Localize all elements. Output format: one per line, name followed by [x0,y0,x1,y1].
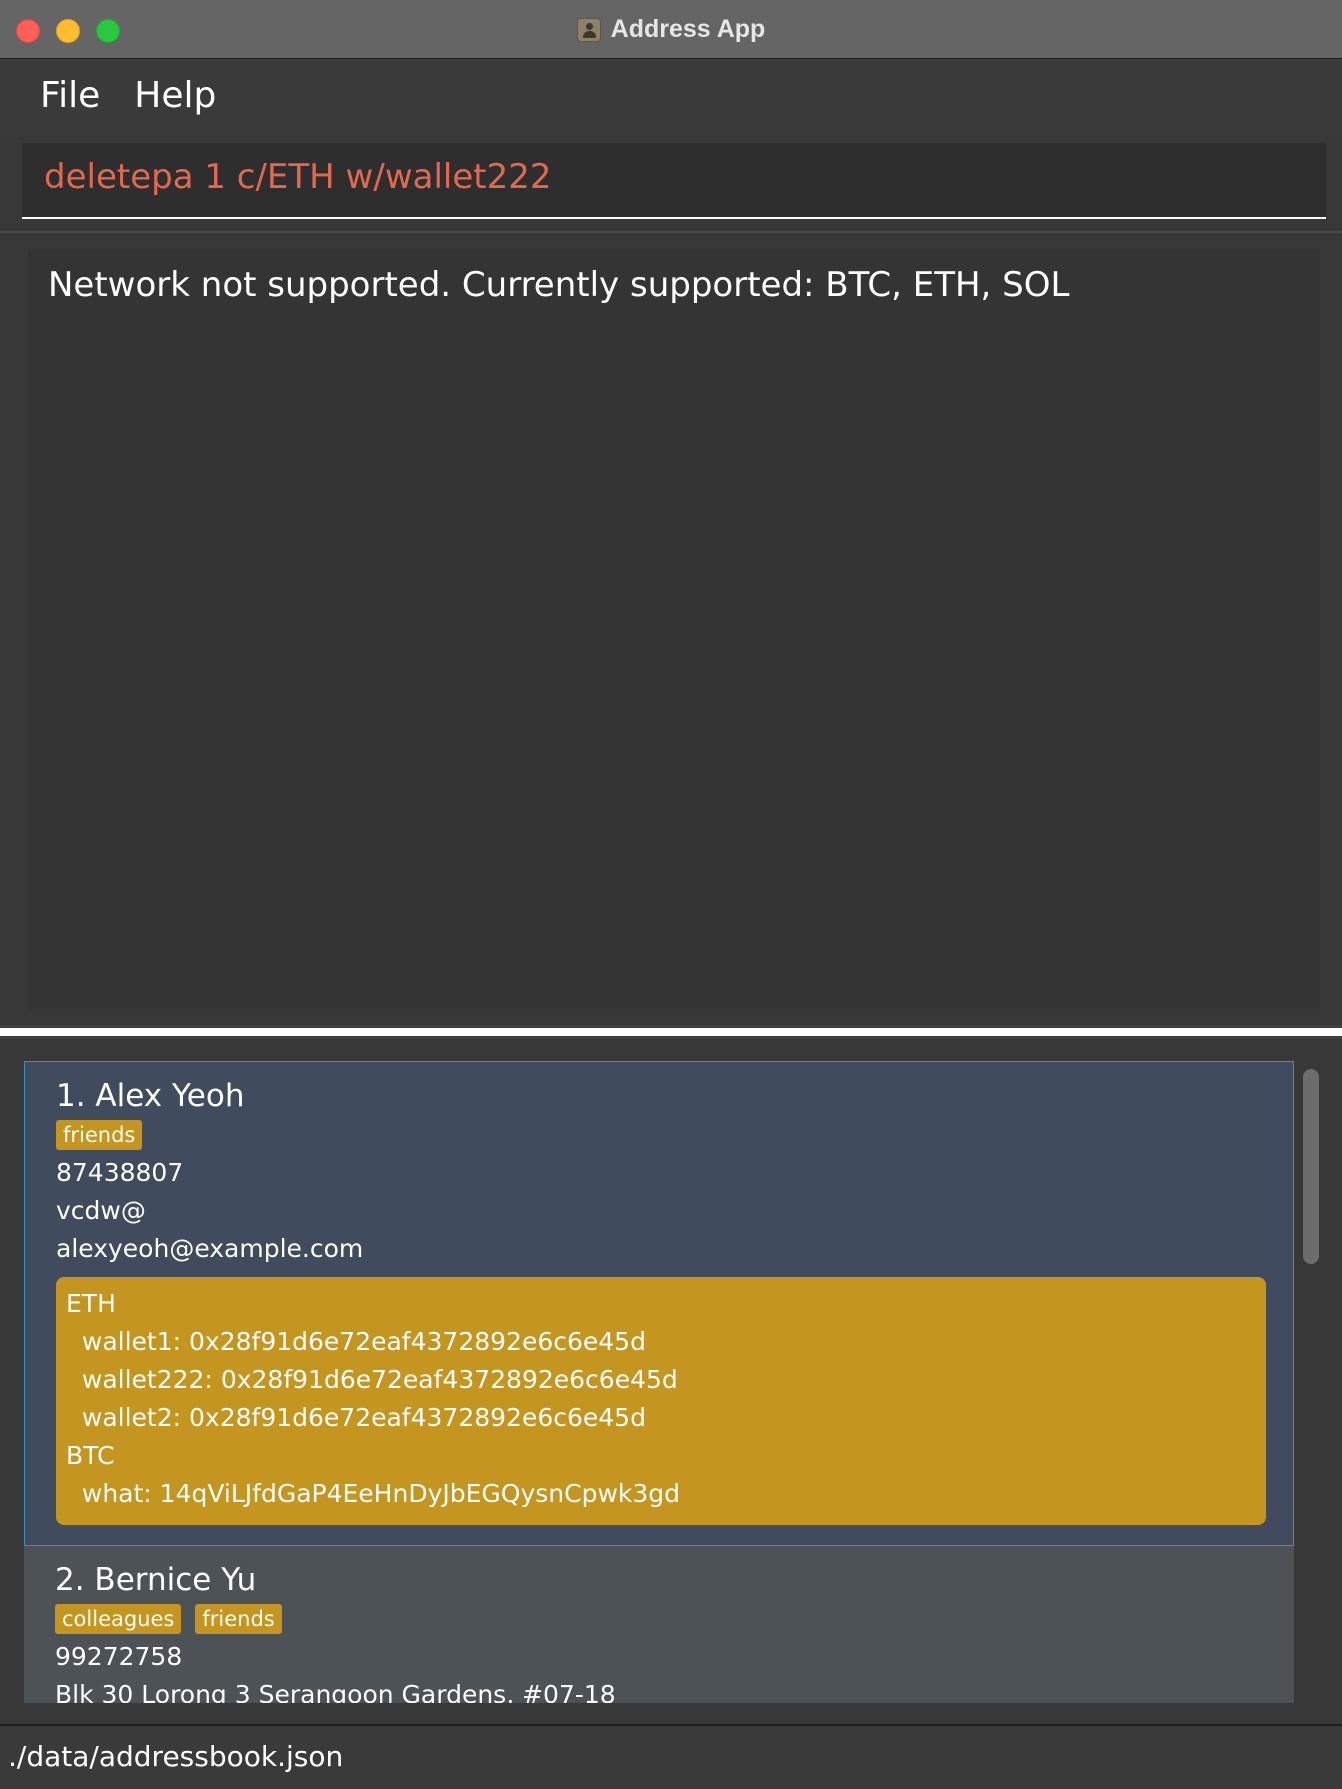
person-email: alexyeoh@example.com [56,1234,364,1263]
wallet-network-btc: BTC [66,1441,115,1470]
status-bar: ./data/addressbook.json [0,1726,1342,1789]
menu-bar: File Help [0,59,1342,131]
result-display[interactable]: Network not supported. Currently support… [28,249,1320,1009]
person-card-1[interactable]: 1. Alex Yeoh friends 87438807 vcdw@ alex… [24,1061,1294,1546]
tag-friends: friends [195,1604,282,1634]
wallet-entry: what: 14qViLJfdGaP4EeHnDyJbEGQysnCpwk3gd [66,1479,681,1508]
menu-file[interactable]: File [34,75,106,116]
wallet-entry: wallet222: 0x28f91d6e72eaf4372892e6c6e45… [66,1365,678,1394]
person-phone: 87438807 [56,1158,184,1187]
address-book-icon [576,17,601,42]
person-phone: 99272758 [55,1642,183,1671]
tag-list: friends [56,1120,143,1150]
tag-friends: friends [56,1120,143,1150]
scrollbar-thumb[interactable] [1303,1069,1319,1264]
person-card-2[interactable]: 2. Bernice Yu colleagues friends 9927275… [24,1546,1294,1703]
save-file-path: ./data/addressbook.json [8,1740,344,1773]
person-name: 2. Bernice Yu [55,1562,257,1598]
command-area: deletepa 1 c/ETH w/wallet222 [0,131,1342,231]
app-window: Address App File Help deletepa 1 c/ETH w… [0,0,1342,1789]
tag-colleagues: colleagues [55,1604,182,1634]
list-scrollbar[interactable] [1298,1061,1324,1703]
person-address: vcdw@ [56,1196,146,1225]
wallet-entry: wallet2: 0x28f91d6e72eaf4372892e6c6e45d [66,1403,646,1432]
person-list-panel: 1. Alex Yeoh friends 87438807 vcdw@ alex… [0,1039,1342,1724]
window-title: Address App [610,15,766,43]
result-panel: Network not supported. Currently support… [0,233,1342,1025]
tag-list: colleagues friends [55,1604,282,1634]
title-bar: Address App [0,0,1342,59]
wallet-network-eth: ETH [66,1289,116,1318]
split-pane-divider[interactable] [0,1025,1342,1039]
title-group: Address App [0,0,1342,59]
person-name: 1. Alex Yeoh [56,1078,245,1114]
person-list[interactable]: 1. Alex Yeoh friends 87438807 vcdw@ alex… [24,1061,1324,1703]
result-message: Network not supported. Currently support… [48,265,1070,305]
person-address: Blk 30 Lorong 3 Serangoon Gardens, #07-1… [55,1680,616,1703]
wallet-entry: wallet1: 0x28f91d6e72eaf4372892e6c6e45d [66,1327,646,1356]
command-input[interactable]: deletepa 1 c/ETH w/wallet222 [22,143,1326,219]
menu-help[interactable]: Help [128,75,222,116]
command-text: deletepa 1 c/ETH w/wallet222 [44,157,552,197]
wallet-list: ETH wallet1: 0x28f91d6e72eaf4372892e6c6e… [56,1277,1266,1525]
